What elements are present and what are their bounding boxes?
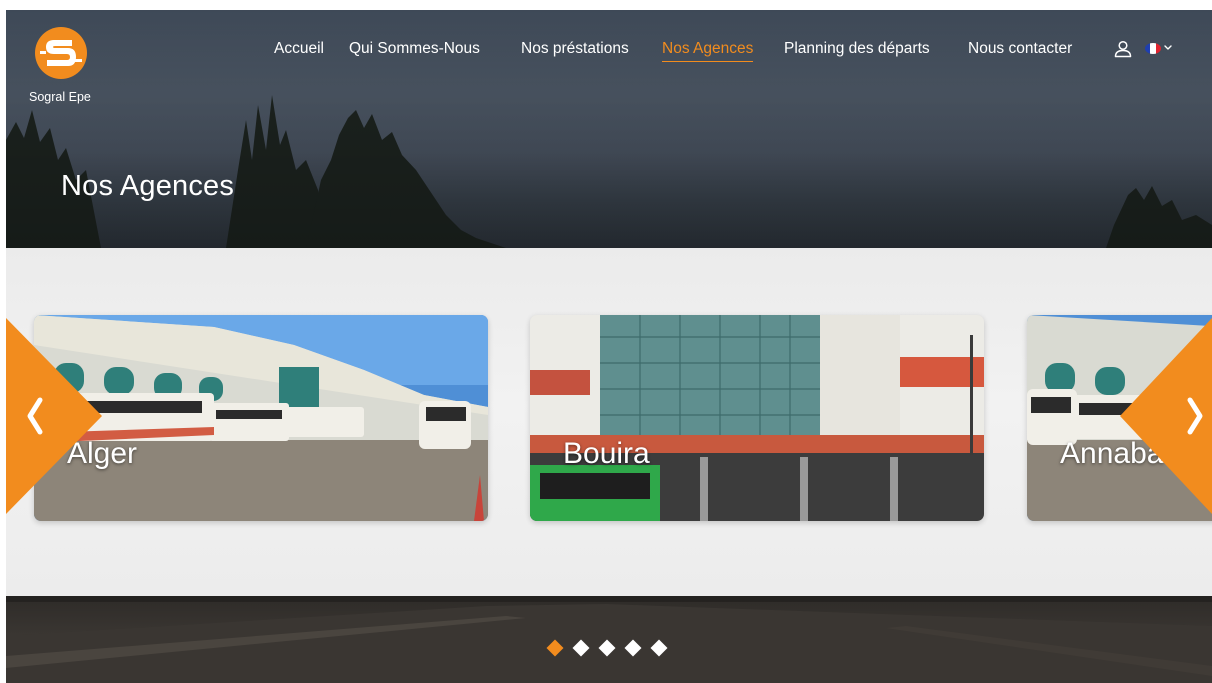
hero-banner: Sogral Epe Accueil Qui Sommes-Nous Nos p… <box>6 10 1212 248</box>
nav-item-nos-agences[interactable]: Nos Agences <box>662 38 754 62</box>
nav-item-qui-sommes-nous[interactable]: Qui Sommes-Nous <box>349 38 480 60</box>
pagination-dot-4[interactable] <box>624 639 642 657</box>
agency-photo <box>530 315 984 521</box>
language-selector[interactable] <box>1145 42 1181 56</box>
user-icon[interactable] <box>1114 40 1132 58</box>
pagination-dot-1[interactable] <box>546 639 564 657</box>
flag-fr-icon <box>1145 43 1161 54</box>
nav-item-nous-contacter[interactable]: Nous contacter <box>968 38 1072 60</box>
pagination-dot-2[interactable] <box>572 639 590 657</box>
page-title: Nos Agences <box>61 170 235 202</box>
chevron-down-icon <box>1164 45 1172 50</box>
agency-card-bouira[interactable]: Bouira <box>530 315 984 521</box>
nav-item-nos-prestations[interactable]: Nos préstations <box>521 38 629 60</box>
nav-item-planning-des-departs[interactable]: Planning des départs <box>784 38 930 60</box>
carousel-next-button[interactable] <box>1120 318 1212 514</box>
carousel-prev-button[interactable] <box>6 318 104 514</box>
pagination-dot-5[interactable] <box>650 639 668 657</box>
agencies-carousel: Alger Bouira Annaba <box>6 248 1212 596</box>
main-nav: Accueil Qui Sommes-Nous Nos préstations … <box>6 38 1212 62</box>
footer-background <box>6 596 1212 683</box>
nav-item-accueil[interactable]: Accueil <box>274 38 324 60</box>
brand-name: Sogral Epe <box>29 90 91 104</box>
carousel-pagination <box>546 639 677 658</box>
page-frame: Sogral Epe Accueil Qui Sommes-Nous Nos p… <box>6 10 1212 683</box>
agency-card-label: Bouira <box>563 437 650 470</box>
pagination-dot-3[interactable] <box>598 639 616 657</box>
